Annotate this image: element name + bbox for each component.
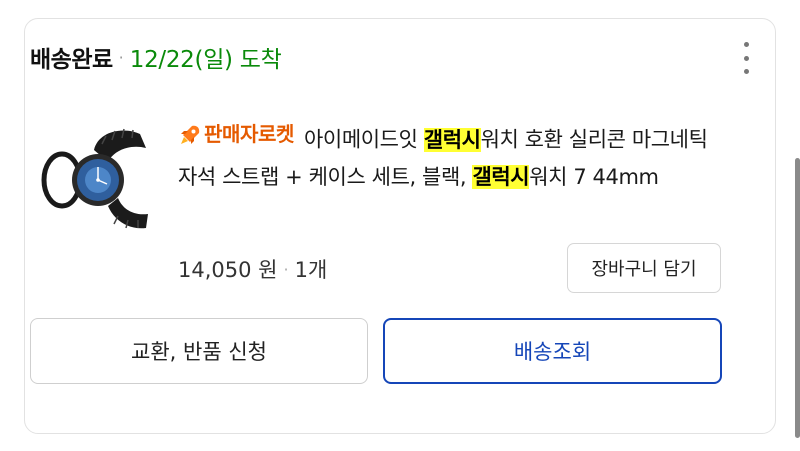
more-options-icon[interactable] (736, 38, 756, 78)
exchange-return-button[interactable]: 교환, 반품 신청 (30, 318, 368, 384)
title-text-1: 아이메이드잇 (304, 127, 424, 152)
delivery-tracking-button[interactable]: 배송조회 (383, 318, 722, 384)
scrollbar[interactable] (795, 158, 800, 438)
search-highlight: 갤럭시 (423, 127, 481, 152)
delivery-status-row: 배송완료 · 12/22(일) 도착 (30, 40, 282, 74)
search-highlight: 갤럭시 (472, 164, 530, 189)
more-dot (743, 55, 749, 61)
delivery-status: 배송완료 (30, 47, 113, 73)
more-dot (743, 42, 749, 47)
product-title[interactable]: 판매자로켓 아이메이드잇 갤럭시워치 호환 실리콘 마그네틱 자석 스트랩 + … (178, 116, 718, 196)
seller-rocket-badge: 판매자로켓 (178, 116, 294, 153)
price-separator: · (283, 259, 289, 279)
product-quantity: 1개 (294, 258, 328, 282)
product-image[interactable] (36, 120, 156, 240)
page: 배송완료 · 12/22(일) 도착 판매자로켓 아이메이드잇 갤럭시워치 호환… (0, 0, 800, 451)
price-quantity-row: 14,050 원 · 1개 (178, 254, 327, 284)
add-to-cart-button[interactable]: 장바구니 담기 (567, 243, 721, 293)
rocket-icon (181, 125, 200, 144)
title-text-3: 워치 7 44mm (529, 164, 659, 189)
product-price: 14,050 원 (178, 258, 278, 282)
status-separator: · (118, 47, 124, 67)
more-dot (743, 69, 749, 74)
seller-rocket-label: 판매자로켓 (204, 122, 294, 146)
arrival-date: 12/22(일) 도착 (129, 47, 282, 73)
